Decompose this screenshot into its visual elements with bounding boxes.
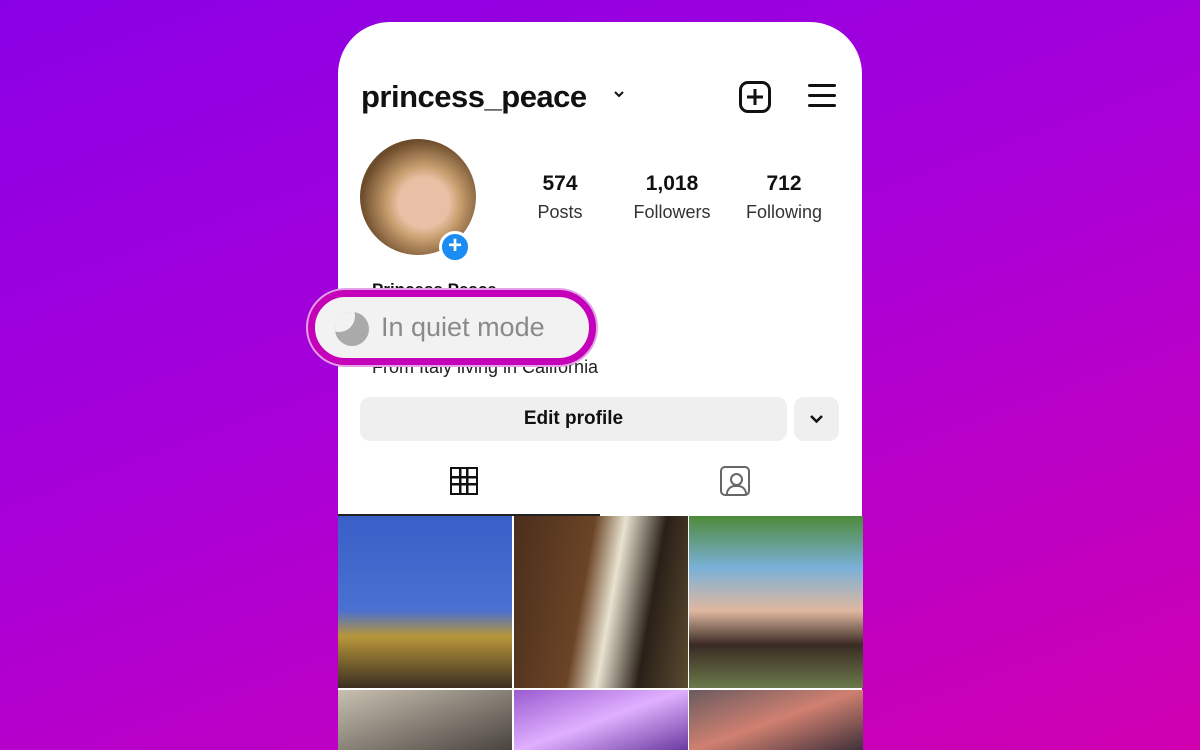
- tab-posts-grid[interactable]: [338, 452, 600, 516]
- moon-icon: [335, 312, 369, 346]
- quiet-mode-status[interactable]: In quiet mode: [308, 290, 596, 365]
- chevron-down-icon: [810, 415, 823, 424]
- stat-followers[interactable]: 1,018 Followers: [612, 172, 732, 223]
- tab-tagged[interactable]: [600, 452, 862, 516]
- post-thumbnail[interactable]: [689, 690, 863, 750]
- add-story-icon[interactable]: +: [439, 231, 471, 263]
- chevron-down-icon[interactable]: [613, 88, 625, 100]
- new-post-icon[interactable]: [739, 81, 771, 113]
- profile-tabs: [338, 452, 862, 516]
- post-thumbnail[interactable]: [338, 516, 512, 688]
- grid-icon: [450, 467, 478, 495]
- more-options-button[interactable]: [794, 397, 839, 441]
- edit-profile-button[interactable]: Edit profile: [360, 397, 787, 441]
- menu-icon[interactable]: [808, 84, 836, 108]
- post-thumbnail[interactable]: [514, 690, 688, 750]
- quiet-mode-label: In quiet mode: [381, 312, 545, 342]
- stat-following[interactable]: 712 Following: [724, 172, 844, 223]
- username[interactable]: princess_peace: [361, 79, 587, 115]
- post-thumbnail[interactable]: [514, 516, 688, 688]
- profile-screen: princess_peace + 574 Posts 1,018 Followers…: [338, 22, 863, 750]
- tagged-person-icon: [720, 466, 750, 496]
- post-thumbnail[interactable]: [689, 516, 863, 688]
- stat-posts[interactable]: 574 Posts: [500, 172, 620, 223]
- post-thumbnail[interactable]: [338, 690, 512, 750]
